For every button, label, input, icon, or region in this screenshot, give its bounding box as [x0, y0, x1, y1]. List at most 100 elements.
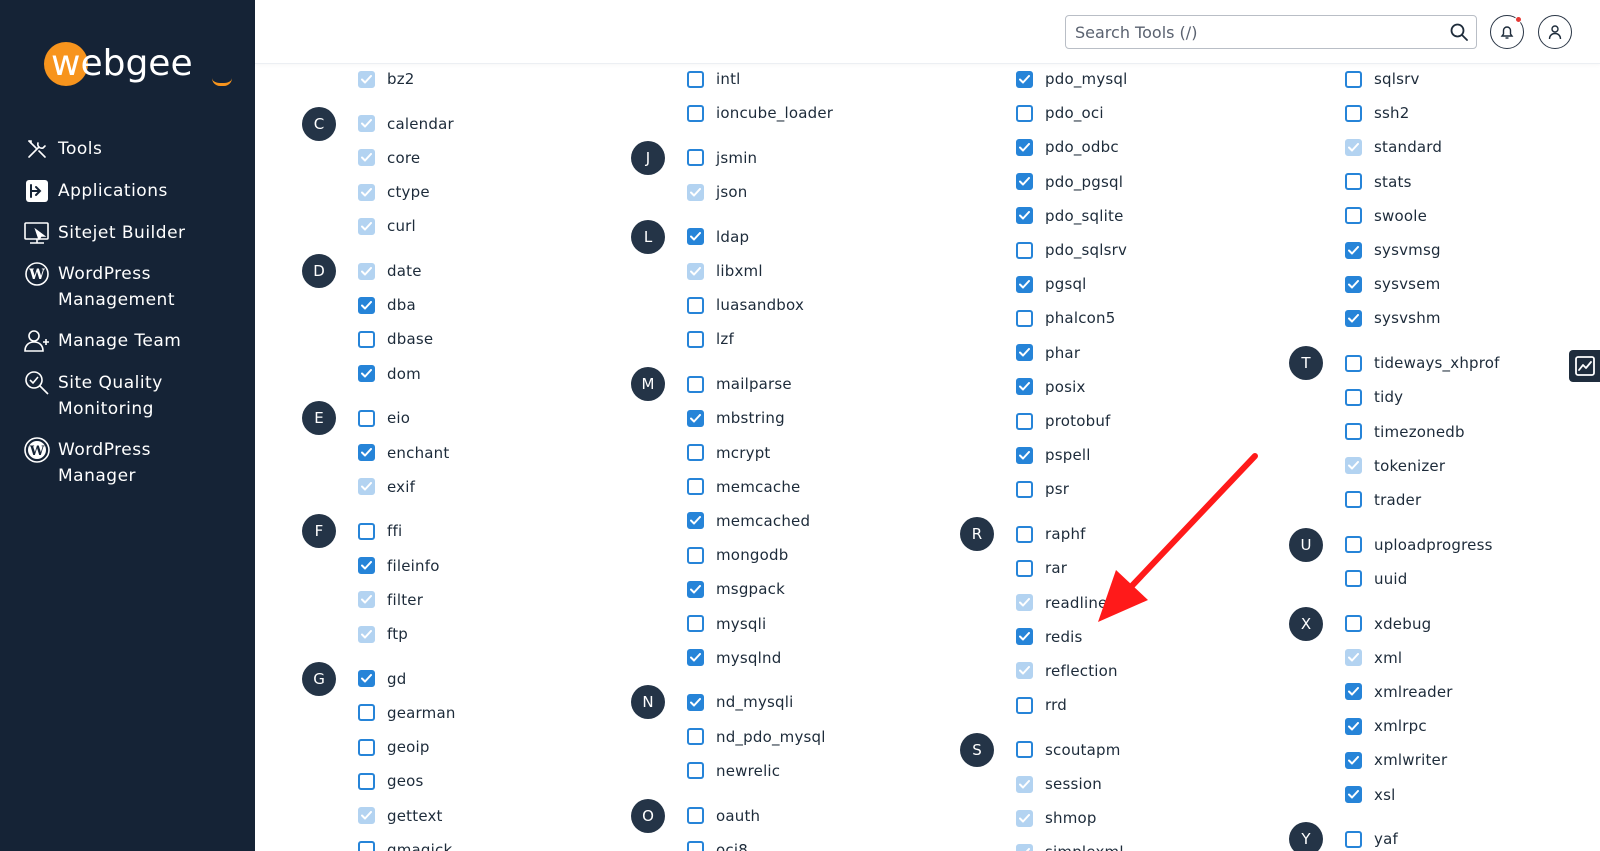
extension-checkbox[interactable]: [1345, 388, 1362, 406]
extension-timezonedb[interactable]: timezonedb: [1345, 420, 1465, 444]
extension-checkbox[interactable]: [1345, 275, 1362, 293]
extension-date[interactable]: date: [358, 259, 422, 283]
extension-ctype[interactable]: ctype: [358, 180, 430, 204]
extension-checkbox[interactable]: [1016, 104, 1033, 122]
extension-checkbox[interactable]: [1016, 138, 1033, 156]
extension-checkbox[interactable]: [687, 296, 704, 314]
extension-stats[interactable]: stats: [1345, 170, 1412, 194]
extension-checkbox[interactable]: [1016, 173, 1033, 191]
extension-checkbox[interactable]: [687, 546, 704, 564]
extension-checkbox[interactable]: [1345, 830, 1362, 848]
extension-checkbox[interactable]: [687, 375, 704, 393]
extension-checkbox[interactable]: [358, 296, 375, 314]
extension-gearman[interactable]: gearman: [358, 701, 456, 725]
sidebar-item-site-quality-monitoring[interactable]: Site Quality Monitoring: [24, 370, 208, 422]
extension-xmlwriter[interactable]: xmlwriter: [1345, 748, 1447, 772]
extension-curl[interactable]: curl: [358, 214, 416, 238]
extension-checkbox[interactable]: [687, 149, 704, 167]
extension-session[interactable]: session: [1016, 772, 1102, 796]
extension-checkbox[interactable]: [1345, 786, 1362, 803]
extension-tideways-xhprof[interactable]: tideways_xhprof: [1345, 351, 1500, 375]
extension-standard[interactable]: standard: [1345, 135, 1442, 159]
extension-checkbox[interactable]: [1345, 717, 1362, 735]
extension-ldap[interactable]: ldap: [687, 225, 749, 249]
extension-memcached[interactable]: memcached: [687, 509, 810, 533]
extension-core[interactable]: core: [358, 146, 420, 170]
extension-nd-pdo-mysql[interactable]: nd_pdo_mysql: [687, 725, 826, 749]
extension-checkbox[interactable]: [1345, 70, 1362, 88]
extension-simplexml[interactable]: simplexml: [1016, 840, 1124, 851]
extension-trader[interactable]: trader: [1345, 488, 1421, 512]
extension-sysvshm[interactable]: sysvshm: [1345, 306, 1441, 330]
extension-checkbox[interactable]: [1016, 378, 1033, 396]
extension-mysqlnd[interactable]: mysqlnd: [687, 646, 781, 670]
extension-calendar[interactable]: calendar: [358, 112, 454, 136]
extension-bz2[interactable]: bz2: [358, 67, 415, 91]
extension-checkbox[interactable]: [1016, 525, 1033, 543]
extension-uuid[interactable]: uuid: [1345, 567, 1408, 591]
extension-checkbox[interactable]: [687, 762, 704, 780]
extension-checkbox[interactable]: [687, 409, 704, 427]
extension-filter[interactable]: filter: [358, 588, 423, 612]
extension-mongodb[interactable]: mongodb: [687, 543, 788, 567]
extension-checkbox[interactable]: [1016, 207, 1033, 225]
extension-scoutapm[interactable]: scoutapm: [1016, 738, 1121, 762]
extension-checkbox[interactable]: [1016, 446, 1033, 464]
extension-checkbox[interactable]: [1345, 751, 1362, 769]
extension-phar[interactable]: phar: [1016, 341, 1080, 365]
extension-checkbox[interactable]: [687, 649, 704, 667]
extension-sqlsrv[interactable]: sqlsrv: [1345, 67, 1420, 91]
extension-checkbox[interactable]: [687, 728, 704, 746]
extension-tidy[interactable]: tidy: [1345, 385, 1403, 409]
extension-exif[interactable]: exif: [358, 475, 415, 499]
extension-xml[interactable]: xml: [1345, 646, 1402, 670]
extension-checkbox[interactable]: [1345, 173, 1362, 191]
sidebar-item-tools[interactable]: Tools: [24, 136, 208, 162]
extension-sysvsem[interactable]: sysvsem: [1345, 272, 1440, 296]
extension-checkbox[interactable]: [687, 228, 704, 246]
extension-checkbox[interactable]: [1345, 491, 1362, 509]
extension-phalcon5[interactable]: phalcon5: [1016, 306, 1115, 330]
extension-mcrypt[interactable]: mcrypt: [687, 441, 771, 465]
extension-checkbox[interactable]: [687, 104, 704, 122]
extension-uploadprogress[interactable]: uploadprogress: [1345, 533, 1493, 557]
extension-checkbox[interactable]: [1345, 241, 1362, 259]
extension-dba[interactable]: dba: [358, 293, 416, 317]
extension-eio[interactable]: eio: [358, 406, 410, 430]
account-button[interactable]: [1538, 15, 1572, 49]
extension-checkbox[interactable]: [687, 615, 704, 632]
extension-checkbox[interactable]: [687, 330, 704, 348]
extension-checkbox[interactable]: [1016, 275, 1033, 293]
extension-checkbox[interactable]: [1345, 104, 1362, 122]
extension-checkbox[interactable]: [358, 522, 375, 540]
extension-dbase[interactable]: dbase: [358, 327, 433, 351]
sidebar-item-wordpress-management[interactable]: W WordPress Management: [24, 261, 208, 313]
extension-sysvmsg[interactable]: sysvmsg: [1345, 238, 1441, 262]
extension-checkbox[interactable]: [1345, 683, 1362, 701]
extension-checkbox[interactable]: [1016, 70, 1033, 88]
extension-checkbox[interactable]: [687, 444, 704, 461]
extension-fileinfo[interactable]: fileinfo: [358, 554, 440, 578]
extension-checkbox[interactable]: [358, 772, 375, 790]
extension-enchant[interactable]: enchant: [358, 441, 449, 465]
extension-checkbox[interactable]: [358, 704, 375, 722]
extension-msgpack[interactable]: msgpack: [687, 577, 785, 601]
extension-gd[interactable]: gd: [358, 667, 406, 691]
extension-geos[interactable]: geos: [358, 769, 424, 793]
extension-xsl[interactable]: xsl: [1345, 783, 1395, 807]
extension-newrelic[interactable]: newrelic: [687, 759, 780, 783]
extension-mailparse[interactable]: mailparse: [687, 372, 792, 396]
extension-geoip[interactable]: geoip: [358, 735, 430, 759]
extension-checkbox[interactable]: [1016, 480, 1033, 498]
extension-checkbox[interactable]: [358, 444, 375, 461]
extension-ioncube-loader[interactable]: ioncube_loader: [687, 101, 833, 125]
extension-checkbox[interactable]: [1016, 696, 1033, 714]
extension-checkbox[interactable]: [1345, 536, 1362, 554]
extension-xdebug[interactable]: xdebug: [1345, 612, 1431, 636]
extension-pdo-oci[interactable]: pdo_oci: [1016, 101, 1104, 125]
extension-checkbox[interactable]: [358, 365, 375, 383]
extension-ftp[interactable]: ftp: [358, 622, 408, 646]
extension-checkbox[interactable]: [687, 512, 704, 530]
extension-checkbox[interactable]: [358, 738, 375, 756]
extension-checkbox[interactable]: [1016, 559, 1033, 577]
